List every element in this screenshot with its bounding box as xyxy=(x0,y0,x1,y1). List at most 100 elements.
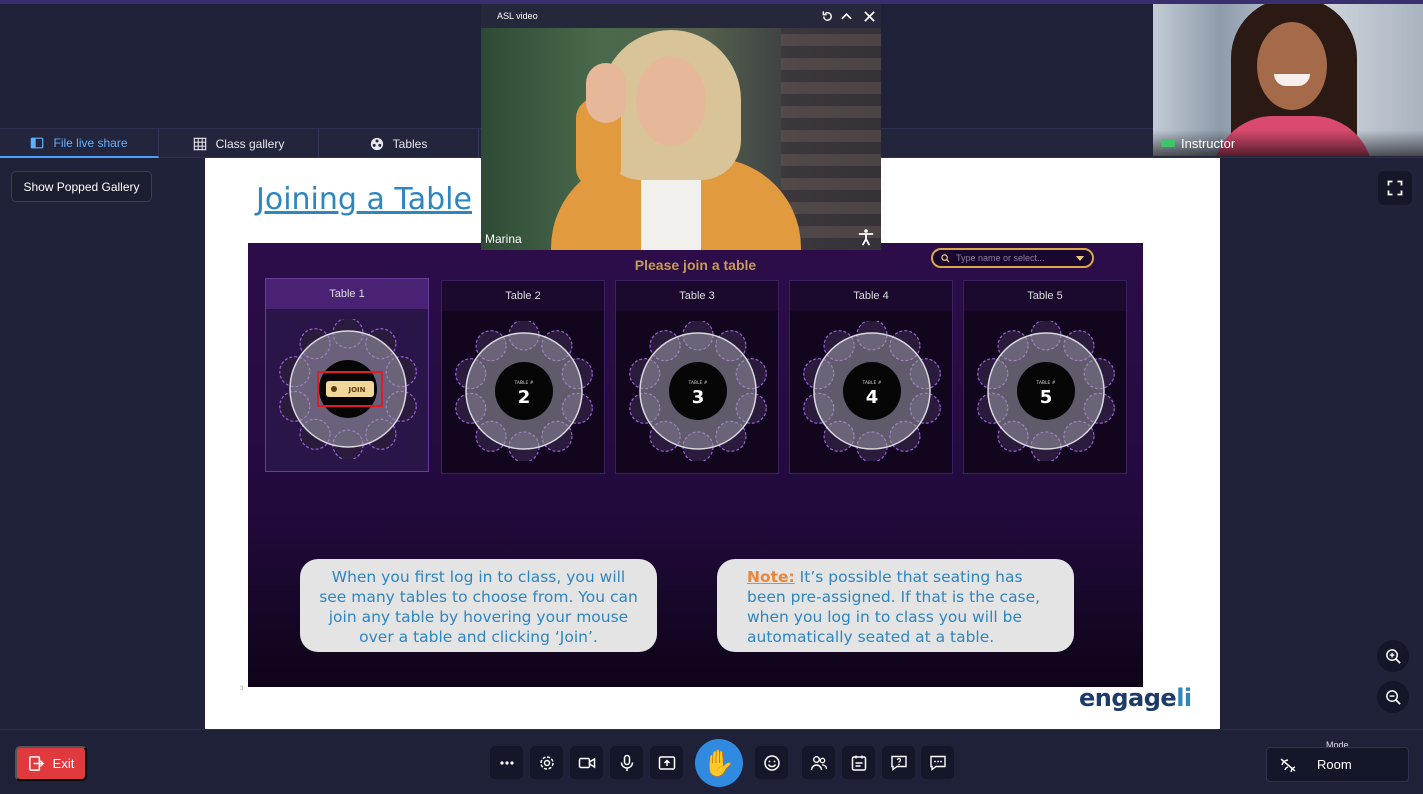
logo-part: e xyxy=(1079,684,1095,712)
share-screen-icon xyxy=(658,755,675,770)
room-mode-icon xyxy=(1280,757,1296,772)
instructor-face xyxy=(1257,22,1327,110)
table-card-title: Table 4 xyxy=(790,281,952,311)
show-popped-gallery-button[interactable]: Show Popped Gallery xyxy=(11,171,152,202)
zoom-out-button[interactable] xyxy=(1377,681,1409,713)
question-chat-icon xyxy=(890,755,907,771)
reset-icon[interactable] xyxy=(818,7,836,25)
table-number-caption: TABLE # xyxy=(513,380,533,386)
people-icon xyxy=(810,755,827,770)
table-seating-icon: TABLE #3 xyxy=(629,321,767,461)
asl-video-feed: Marina xyxy=(481,28,881,250)
table-number-caption: TABLE # xyxy=(1035,380,1055,386)
audio-level-icon xyxy=(1161,139,1175,147)
chat-button[interactable] xyxy=(921,746,954,779)
raise-hand-icon: ✋ xyxy=(702,747,736,778)
asl-video-window[interactable]: ASL video Marina xyxy=(481,4,881,250)
exit-icon xyxy=(28,756,44,771)
share-screen-button[interactable] xyxy=(650,746,683,779)
instructor-video-tile[interactable]: Instructor xyxy=(1153,4,1423,156)
exit-button[interactable]: Exit xyxy=(15,746,87,781)
logo-part: li xyxy=(1176,684,1192,712)
mode-value: Room xyxy=(1317,757,1352,772)
table-number-caption: TABLE # xyxy=(687,380,707,386)
mode-selector[interactable]: Room xyxy=(1266,747,1409,782)
more-icon xyxy=(499,760,514,765)
questions-button[interactable] xyxy=(882,746,915,779)
tab-tables[interactable]: Tables xyxy=(319,129,479,158)
tab-label: File live share xyxy=(53,135,128,150)
note-bubble: Note: It’s possible that seating has bee… xyxy=(717,559,1074,652)
table-card-5: Table 5 TABLE #5 xyxy=(963,280,1127,474)
close-icon[interactable] xyxy=(860,7,878,25)
instructor-name: Instructor xyxy=(1181,135,1236,151)
gear-icon xyxy=(539,755,554,770)
file-share-icon xyxy=(31,137,44,148)
slide-screenshot: Please join a table Type name or select.… xyxy=(248,243,1143,687)
zoom-in-button[interactable] xyxy=(1377,640,1409,672)
asl-participant-name: Marina xyxy=(485,232,522,246)
table-card-title: Table 2 xyxy=(442,281,604,311)
table-number: 2 xyxy=(518,387,531,408)
table-search-field: Type name or select... xyxy=(931,248,1094,268)
table-card-4: Table 4 TABLE #4 xyxy=(789,280,953,474)
fullscreen-button[interactable] xyxy=(1378,171,1412,205)
instruction-bubble: When you first log in to class, you will… xyxy=(300,559,657,652)
tables-icon xyxy=(370,137,383,150)
table-seating-icon: TABLE #4 xyxy=(803,321,941,461)
slide-page-number: 3 xyxy=(240,686,244,692)
table-seating-icon: TABLE #2 xyxy=(455,321,593,461)
engageli-logo: engageli xyxy=(1079,684,1192,712)
table-card-2: Table 2 TABLE #2 xyxy=(441,280,605,474)
zoom-out-icon xyxy=(1385,689,1401,705)
add-user-icon xyxy=(331,386,337,392)
chevron-up-icon[interactable] xyxy=(837,7,855,25)
participants-button[interactable] xyxy=(802,746,835,779)
accessibility-icon[interactable] xyxy=(857,228,875,246)
table-number: 4 xyxy=(866,387,879,408)
microphone-icon xyxy=(620,754,633,771)
slide-title: Joining a Table xyxy=(256,182,472,217)
emoji-icon xyxy=(763,754,780,771)
table-number-caption: TABLE # xyxy=(861,380,881,386)
interpreter-hand xyxy=(586,63,626,123)
fullscreen-icon xyxy=(1387,180,1403,196)
tab-file-live-share[interactable]: File live share xyxy=(0,129,159,158)
exit-label: Exit xyxy=(52,756,75,771)
asl-title: ASL video xyxy=(497,11,538,21)
table-card-title: Table 1 xyxy=(266,279,428,309)
tab-class-gallery[interactable]: Class gallery xyxy=(159,129,319,158)
table-number: 5 xyxy=(1040,387,1053,408)
table-card-1: Table 1 JOIN xyxy=(265,278,429,472)
search-icon xyxy=(941,253,950,263)
camera-button[interactable] xyxy=(570,746,603,779)
join-label: JOIN xyxy=(347,386,365,394)
table-card-title: Table 3 xyxy=(616,281,778,311)
instructor-name-bar: Instructor xyxy=(1153,130,1423,156)
table-number: 3 xyxy=(692,387,705,408)
camera-icon xyxy=(578,757,595,768)
zoom-in-icon xyxy=(1385,648,1401,664)
bottom-toolbar: Exit ✋ Mode Room xyxy=(0,729,1423,794)
search-placeholder: Type name or select... xyxy=(956,253,1045,263)
microphone-button[interactable] xyxy=(610,746,643,779)
settings-button[interactable] xyxy=(530,746,563,779)
reactions-button[interactable] xyxy=(755,746,788,779)
notes-icon xyxy=(851,755,866,771)
notes-button[interactable] xyxy=(842,746,875,779)
table-seating-icon: TABLE #5 xyxy=(977,321,1115,461)
raise-hand-button[interactable]: ✋ xyxy=(695,739,743,787)
interpreter-face xyxy=(636,56,706,146)
table-card-title: Table 5 xyxy=(964,281,1126,311)
more-options-button[interactable] xyxy=(490,746,523,779)
background-shelf xyxy=(781,28,881,250)
grid-icon xyxy=(193,137,206,150)
chevron-down-icon xyxy=(1076,255,1084,261)
tab-label: Class gallery xyxy=(215,136,285,151)
chat-icon xyxy=(929,755,946,771)
table-card-3: Table 3 TABLE #3 xyxy=(615,280,779,474)
note-label: Note: xyxy=(747,568,795,586)
logo-part: ngage xyxy=(1094,684,1177,712)
tab-label: Tables xyxy=(392,136,428,151)
table-seating-icon: JOIN xyxy=(279,319,417,459)
